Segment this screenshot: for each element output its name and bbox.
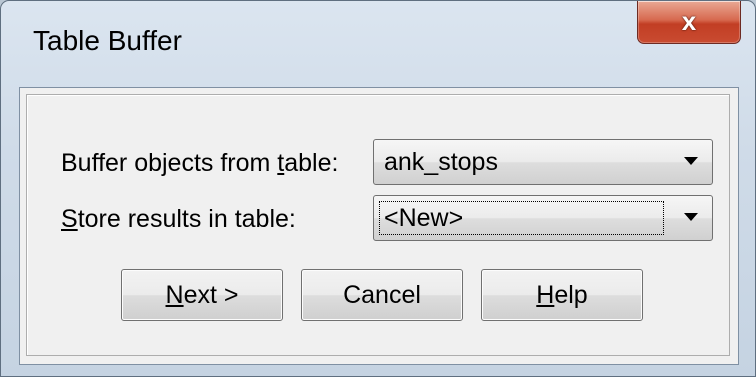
close-icon: x	[681, 6, 697, 36]
title-bar[interactable]: Table Buffer x	[1, 1, 755, 87]
store-label-suffix: tore results in table:	[77, 205, 296, 233]
help-label: elp	[554, 280, 588, 309]
buffer-table-value: ank_stops	[384, 148, 498, 176]
dialog-window: Table Buffer x Buffer objects from table…	[0, 0, 756, 377]
buffer-label-prefix: Buffer objects from	[61, 149, 278, 177]
help-button[interactable]: Help	[481, 269, 643, 321]
buffer-label-suffix: able:	[284, 149, 339, 177]
store-table-dropdown[interactable]: <New>	[373, 195, 713, 241]
store-table-value: <New>	[384, 204, 464, 232]
next-mnemonic: N	[165, 280, 184, 309]
next-label: ext >	[183, 280, 239, 309]
cancel-label: Cancel	[343, 280, 421, 309]
dialog-client-area: Buffer objects from table: ank_stops Sto…	[19, 87, 739, 365]
buffer-table-dropdown[interactable]: ank_stops	[373, 139, 713, 185]
store-results-label: Store results in table:	[61, 205, 296, 234]
help-mnemonic: H	[536, 280, 555, 309]
chevron-down-icon[interactable]	[684, 213, 698, 221]
chevron-down-icon[interactable]	[684, 157, 698, 165]
close-button[interactable]: x	[637, 1, 741, 44]
cancel-button[interactable]: Cancel	[301, 269, 463, 321]
store-label-mnemonic: S	[61, 205, 78, 233]
buffer-from-table-label: Buffer objects from table:	[61, 149, 338, 178]
group-box: Buffer objects from table: ank_stops Sto…	[26, 94, 730, 356]
window-title: Table Buffer	[33, 25, 182, 56]
next-button[interactable]: Next >	[121, 269, 283, 321]
